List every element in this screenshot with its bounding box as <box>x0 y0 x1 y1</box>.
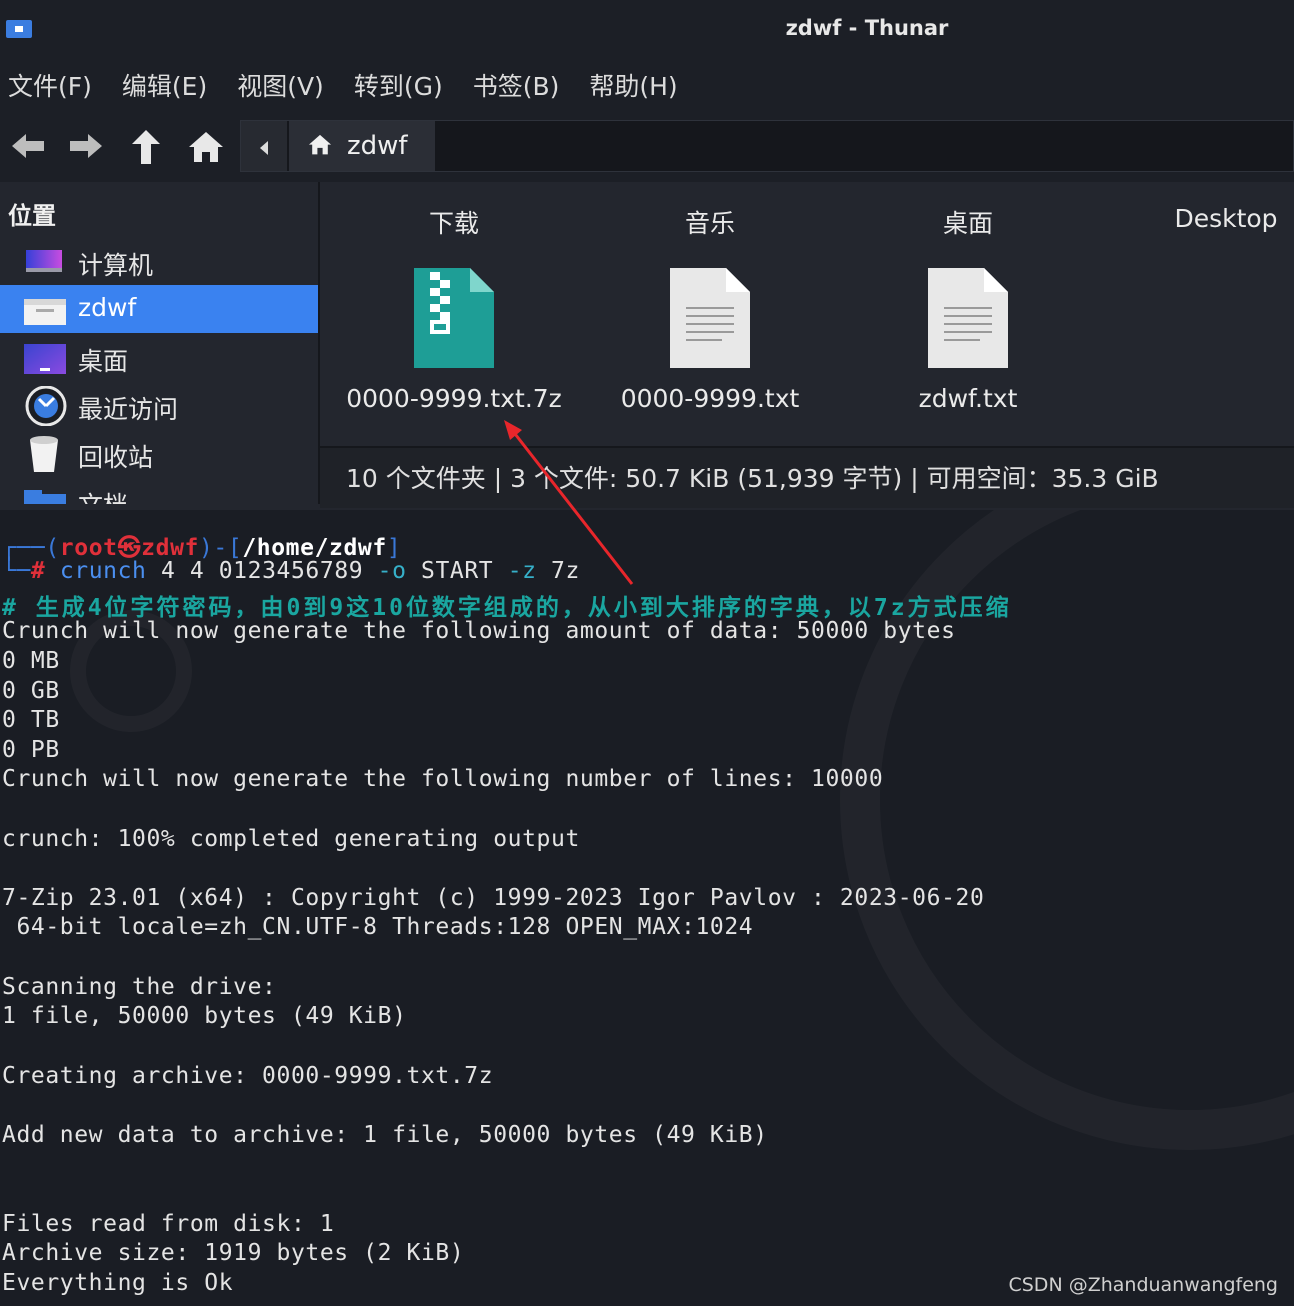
back-arrow-icon[interactable] <box>8 126 48 166</box>
command-args: 4 4 0123456789 <box>146 558 378 584</box>
file-name: 0000-9999.txt <box>620 384 800 413</box>
window-title: zdwf - Thunar <box>785 16 949 40</box>
output-line: crunch: 100% completed generating output <box>2 826 580 852</box>
watermark: CSDN @Zhanduanwangfeng <box>1008 1274 1278 1296</box>
sidebar-item-label: 桌面 <box>78 347 129 376</box>
sidebar-item-documents[interactable]: 文档 <box>0 478 318 504</box>
output-line: Creating archive: 0000-9999.txt.7z <box>2 1063 494 1089</box>
forward-arrow-icon[interactable] <box>66 126 106 166</box>
output-line: Scanning the drive: <box>2 974 277 1000</box>
prompt-hash: # <box>30 558 46 584</box>
text-file-icon <box>670 268 750 368</box>
sidebar-item-label: 文档 <box>78 486 128 504</box>
sidebar-item-label: 最近访问 <box>78 395 179 424</box>
home-folder-icon <box>24 293 66 325</box>
command-comment: # 生成4位字符密码，由0到9这10位数字组成的，从小到大排序的字典，以7z方式… <box>2 595 1012 621</box>
folder-label-music[interactable]: 音乐 <box>590 204 830 240</box>
sidebar-item-trash[interactable]: 回收站 <box>0 430 318 478</box>
output-line: Archive size: 1919 bytes (2 KiB) <box>2 1240 465 1266</box>
sidebar-heading: 位置 <box>8 202 56 230</box>
icon-view[interactable]: 下载 音乐 桌面 Desktop 0000-9999.txt.7z 0000-9… <box>320 182 1294 446</box>
sidebar-item-label: 回收站 <box>78 443 154 472</box>
sidebar: 位置 计算机 zdwf 桌面 最近访问 回收站 <box>0 182 320 504</box>
sidebar-item-label: 计算机 <box>78 251 154 280</box>
output-line: Crunch will now generate the following a… <box>2 618 956 644</box>
menu-bookmarks[interactable]: 书签(B) <box>473 67 560 103</box>
command-line: └─# crunch 4 4 0123456789 -o START -z 7z <box>2 558 580 584</box>
output-line: 0 GB <box>2 678 60 704</box>
archive-icon <box>414 268 494 368</box>
terminal-window[interactable]: ┌──(root㉿zdwf)-[/home/zdwf] └─# crunch 4… <box>0 510 1294 1306</box>
folder-icon <box>24 486 66 504</box>
output-line: Everything is Ok <box>2 1270 234 1296</box>
home-icon[interactable] <box>186 126 226 166</box>
file-manager-window: zdwf - Thunar 文件(F) 编辑(E) 视图(V) 转到(G) 书签… <box>0 0 1294 510</box>
title-bar[interactable]: zdwf - Thunar <box>0 0 1294 58</box>
file-name: 0000-9999.txt.7z <box>346 384 562 413</box>
menu-help[interactable]: 帮助(H) <box>589 67 677 103</box>
folder-label-desktop[interactable]: Desktop <box>1106 204 1294 233</box>
menu-edit[interactable]: 编辑(E) <box>122 67 207 103</box>
up-arrow-icon[interactable] <box>126 126 166 166</box>
menu-view[interactable]: 视图(V) <box>237 67 324 103</box>
location-bar[interactable]: zdwf <box>240 120 1294 172</box>
sidebar-item-home[interactable]: zdwf <box>0 285 318 333</box>
sidebar-item-recent[interactable]: 最近访问 <box>0 382 318 430</box>
location-back-button[interactable] <box>241 121 287 171</box>
menu-go[interactable]: 转到(G) <box>354 67 443 103</box>
computer-icon <box>24 246 64 278</box>
trash-icon <box>24 436 64 472</box>
prompt-corner: └─ <box>2 558 31 584</box>
prompt-line: ┌──(root㉿zdwf)-[/home/zdwf] <box>2 528 401 562</box>
output-line: 0 TB <box>2 707 60 733</box>
sidebar-item-label: zdwf <box>78 293 137 322</box>
file-item-archive[interactable]: 0000-9999.txt.7z <box>314 268 594 418</box>
menu-file[interactable]: 文件(F) <box>8 67 92 103</box>
text-file-icon <box>928 268 1008 368</box>
file-name: zdwf.txt <box>918 384 1018 413</box>
file-item-txt[interactable]: 0000-9999.txt <box>570 268 850 418</box>
command-flag: -z <box>507 558 537 584</box>
menu-bar: 文件(F) 编辑(E) 视图(V) 转到(G) 书签(B) 帮助(H) <box>0 58 1294 112</box>
command-args: START <box>406 558 508 584</box>
home-icon <box>307 121 333 171</box>
breadcrumb-home[interactable]: zdwf <box>289 121 435 171</box>
output-line: 0 PB <box>2 737 60 763</box>
output-line: 0 MB <box>2 648 60 674</box>
command-name: crunch <box>59 558 147 584</box>
folder-label-downloads[interactable]: 下载 <box>334 204 574 240</box>
output-line: 64-bit locale=zh_CN.UTF-8 Threads:128 OP… <box>2 914 754 940</box>
folder-label-desktop-cn[interactable]: 桌面 <box>848 204 1088 240</box>
output-line: Crunch will now generate the following n… <box>2 766 884 792</box>
command-args: 7z <box>536 558 580 584</box>
output-line: Add new data to archive: 1 file, 50000 b… <box>2 1122 768 1148</box>
sidebar-item-desktop[interactable]: 桌面 <box>0 334 318 382</box>
file-item-zdwf-txt[interactable]: zdwf.txt <box>828 268 1108 418</box>
output-line: 7-Zip 23.01 (x64) : Copyright (c) 1999-2… <box>2 885 985 911</box>
breadcrumb-label: zdwf <box>347 131 408 161</box>
clock-icon <box>24 385 67 427</box>
output-line: 1 file, 50000 bytes (49 KiB) <box>2 1003 407 1029</box>
desktop-icon <box>24 342 66 374</box>
output-line: Files read from disk: 1 <box>2 1211 335 1237</box>
sidebar-item-computer[interactable]: 计算机 <box>0 238 318 286</box>
command-flag: -o <box>377 558 407 584</box>
status-bar: 10 个文件夹 | 3 个文件: 50.7 KiB (51,939 字节) | … <box>320 446 1294 508</box>
